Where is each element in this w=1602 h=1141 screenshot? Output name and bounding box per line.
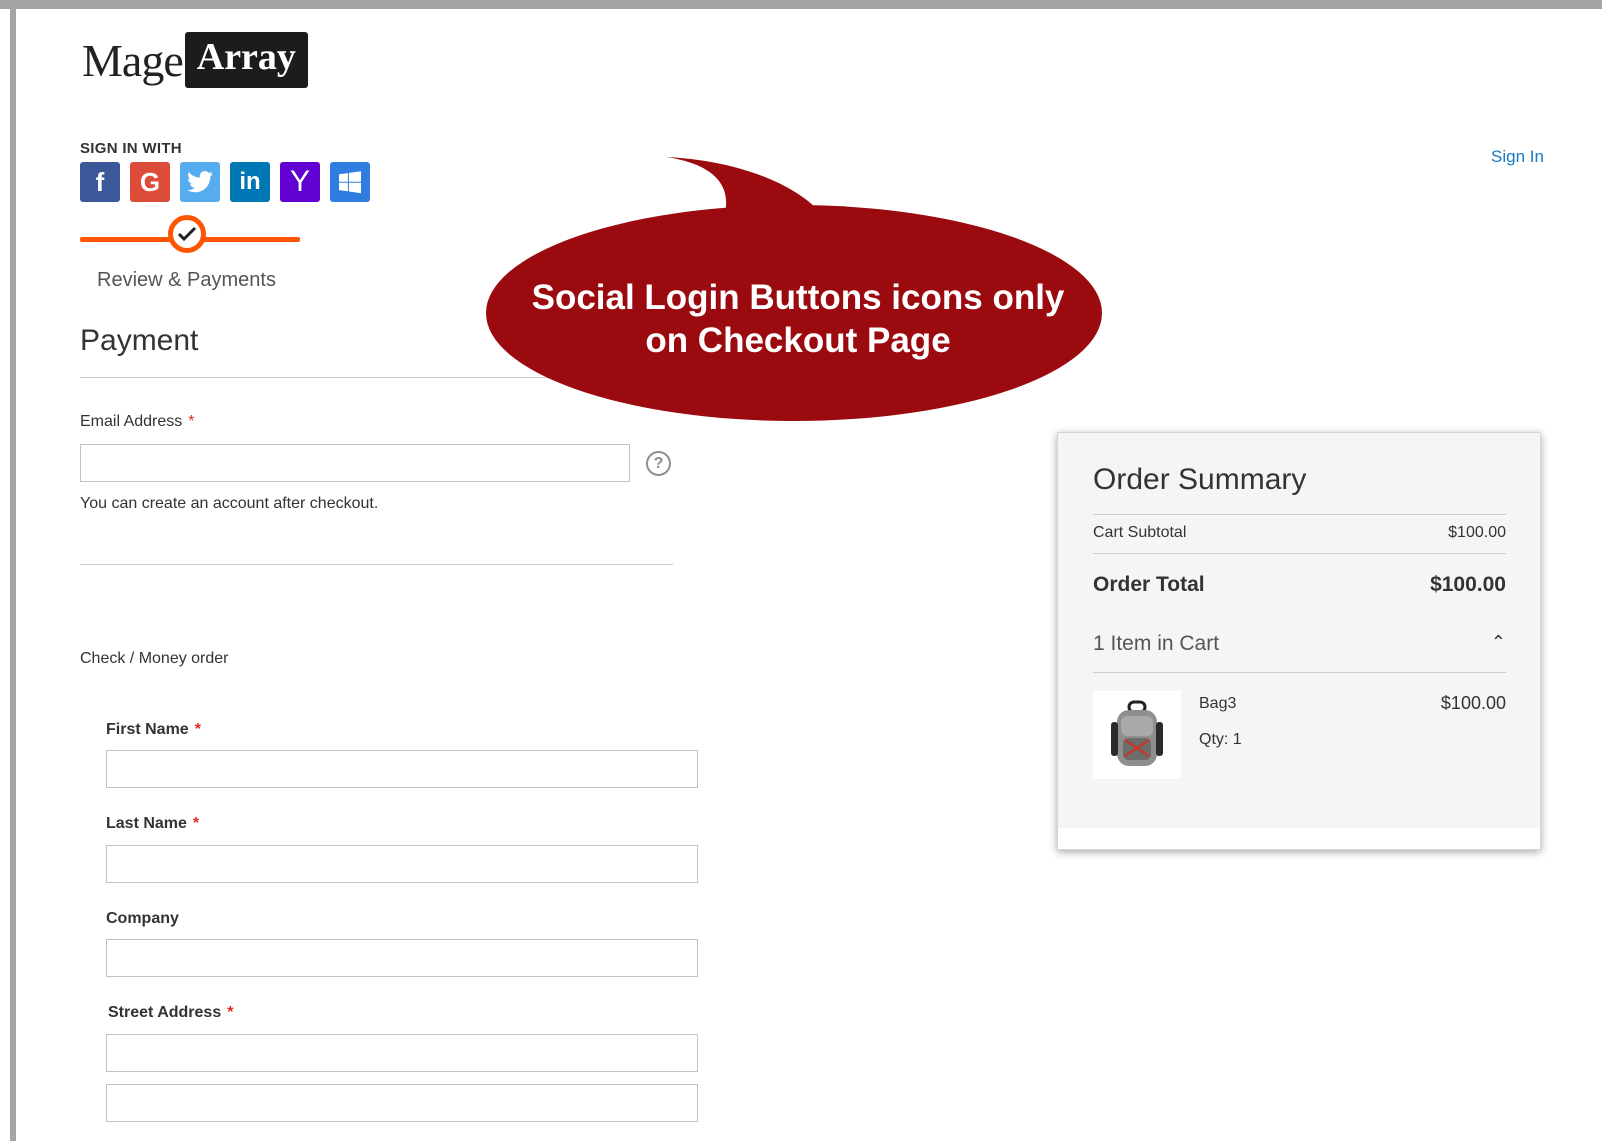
email-field[interactable] bbox=[80, 444, 630, 482]
question-circle-icon[interactable]: ? bbox=[646, 451, 671, 476]
summary-divider bbox=[1093, 672, 1506, 673]
required-mark: * bbox=[188, 413, 195, 430]
yahoo-icon: Y bbox=[289, 165, 310, 198]
street-address-line2-field[interactable] bbox=[106, 1084, 698, 1122]
order-total-label: Order Total bbox=[1093, 573, 1205, 596]
callout-text: Social Login Buttons icons only on Check… bbox=[488, 276, 1108, 362]
required-mark: * bbox=[192, 815, 200, 832]
email-label-text: Email Address bbox=[80, 413, 183, 430]
linkedin-login-button[interactable]: in bbox=[230, 162, 270, 202]
callout-line-2: on Checkout Page bbox=[645, 321, 951, 360]
cart-subtotal-value: $100.00 bbox=[1448, 524, 1506, 541]
payment-divider bbox=[80, 377, 680, 378]
street-address-label-text: Street Address bbox=[108, 1004, 222, 1021]
required-mark: * bbox=[227, 1004, 234, 1021]
windows-icon bbox=[339, 171, 361, 194]
last-name-label-text: Last Name bbox=[106, 815, 187, 832]
cart-subtotal-row: Cart Subtotal $100.00 bbox=[1093, 524, 1506, 542]
street-address-line1-field[interactable] bbox=[106, 1034, 698, 1072]
product-qty: Qty: 1 bbox=[1199, 731, 1242, 748]
cart-subtotal-label: Cart Subtotal bbox=[1093, 524, 1187, 541]
email-divider bbox=[80, 564, 673, 565]
product-thumbnail[interactable] bbox=[1093, 691, 1181, 779]
microsoft-login-button[interactable] bbox=[330, 162, 370, 202]
create-account-note: You can create an account after checkout… bbox=[80, 495, 379, 512]
street-address-label: Street Address * bbox=[108, 1004, 233, 1022]
google-login-button[interactable]: G bbox=[130, 162, 170, 202]
logo[interactable]: Mage Array bbox=[82, 32, 308, 88]
logo-text-array: Array bbox=[184, 32, 308, 88]
chevron-up-icon[interactable]: ⌃ bbox=[1491, 632, 1506, 656]
last-name-label: Last Name * bbox=[106, 815, 199, 833]
order-total-value: $100.00 bbox=[1430, 573, 1506, 596]
progress-step-label: Review & Payments bbox=[97, 269, 276, 291]
first-name-label: First Name * bbox=[106, 721, 201, 739]
payment-title: Payment bbox=[80, 324, 199, 357]
company-field[interactable] bbox=[106, 939, 698, 977]
payment-method-label[interactable]: Check / Money order bbox=[80, 650, 229, 668]
sign-in-link[interactable]: Sign In bbox=[1491, 147, 1544, 167]
check-icon bbox=[177, 226, 197, 242]
frame-border-left bbox=[10, 0, 16, 1141]
facebook-icon: f bbox=[95, 166, 105, 197]
order-summary-panel: Order Summary Cart Subtotal $100.00 Orde… bbox=[1057, 432, 1541, 850]
frame-border-top bbox=[0, 0, 1602, 9]
social-login-buttons: f G in Y bbox=[80, 162, 370, 202]
order-total-row: Order Total $100.00 bbox=[1093, 573, 1506, 597]
sign-in-with-label: SIGN IN WITH bbox=[80, 140, 182, 157]
yahoo-login-button[interactable]: Y bbox=[280, 162, 320, 202]
facebook-login-button[interactable]: f bbox=[80, 162, 120, 202]
order-summary-body: Order Summary Cart Subtotal $100.00 Orde… bbox=[1058, 433, 1540, 828]
twitter-icon bbox=[187, 171, 213, 193]
product-price: $100.00 bbox=[1440, 693, 1506, 713]
product-name[interactable]: Bag3 bbox=[1199, 695, 1236, 713]
last-name-field[interactable] bbox=[106, 845, 698, 883]
logo-text-mage: Mage bbox=[82, 34, 184, 86]
backpack-icon bbox=[1111, 700, 1163, 766]
first-name-label-text: First Name bbox=[106, 721, 189, 738]
summary-divider bbox=[1093, 553, 1506, 554]
items-in-cart-label: 1 Item in Cart bbox=[1093, 632, 1220, 655]
items-in-cart-toggle[interactable]: 1 Item in Cart ⌃ bbox=[1093, 632, 1506, 656]
order-summary-title: Order Summary bbox=[1093, 463, 1307, 496]
required-mark: * bbox=[194, 721, 201, 738]
summary-divider bbox=[1093, 514, 1506, 515]
company-label: Company bbox=[106, 910, 179, 927]
email-label: Email Address * bbox=[80, 413, 195, 431]
progress-step-marker bbox=[168, 215, 206, 253]
callout-line-1: Social Login Buttons icons only bbox=[531, 278, 1065, 317]
google-icon: G bbox=[139, 166, 161, 197]
linkedin-icon: in bbox=[239, 168, 261, 195]
twitter-login-button[interactable] bbox=[180, 162, 220, 202]
first-name-field[interactable] bbox=[106, 750, 698, 788]
